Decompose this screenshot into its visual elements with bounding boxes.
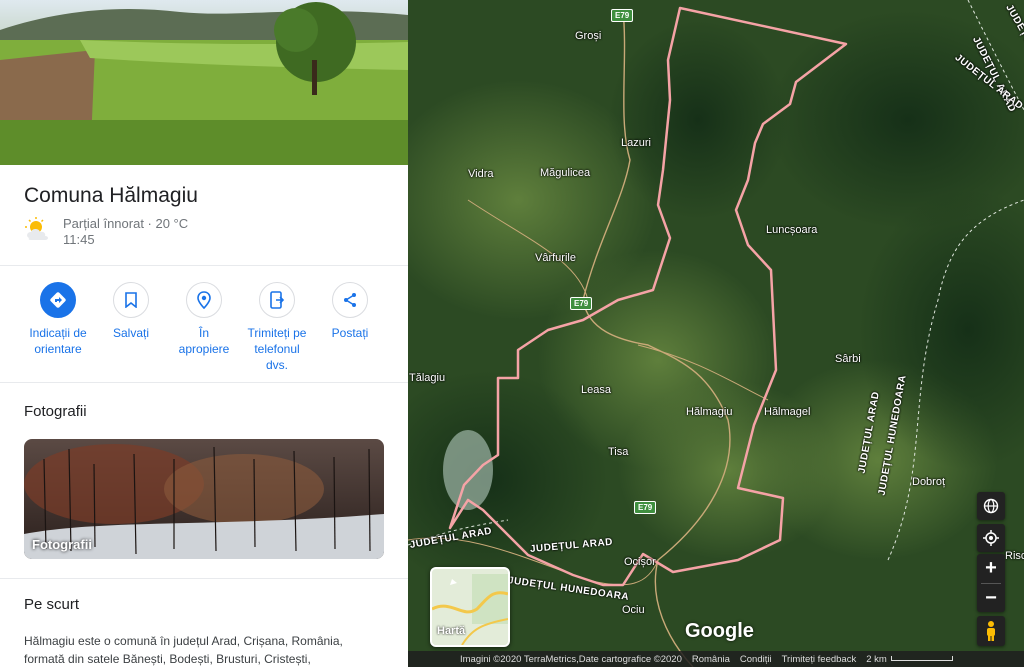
divider bbox=[0, 578, 408, 579]
directions-circle bbox=[40, 282, 76, 318]
place-title: Comuna Hălmagiu bbox=[24, 184, 198, 207]
place-label[interactable]: Sârbi bbox=[835, 353, 861, 365]
map-footer: Imagini ©2020 TerraMetrics,Date cartogra… bbox=[408, 651, 1024, 667]
country-link[interactable]: România bbox=[692, 654, 730, 665]
road-shield-e79: E79 bbox=[611, 9, 634, 22]
save-circle bbox=[113, 282, 149, 318]
zoom-out-button[interactable]: − bbox=[977, 584, 1005, 613]
my-location-button[interactable] bbox=[977, 524, 1005, 552]
pegman-icon bbox=[987, 621, 995, 641]
imagery-attribution: Imagini ©2020 TerraMetrics,Date cartogra… bbox=[460, 653, 682, 665]
share-circle bbox=[332, 282, 368, 318]
nearby-label: În apropiere bbox=[178, 326, 230, 356]
location-target-icon bbox=[983, 530, 999, 546]
terms-link[interactable]: Condiții bbox=[740, 654, 772, 665]
place-label[interactable]: Măgulicea bbox=[540, 167, 590, 179]
save-button[interactable]: Salvați bbox=[99, 282, 163, 341]
road-shield-e79: E79 bbox=[634, 501, 657, 514]
directions-label: Indicații de orientare bbox=[29, 326, 87, 356]
layer-label: Hartă bbox=[437, 625, 466, 637]
feedback-link[interactable]: Trimiteți feedback bbox=[782, 654, 857, 665]
place-panel: Comuna Hălmagiu Parțial înnorat · 20 °C … bbox=[0, 0, 408, 667]
place-label[interactable]: Hălmagiu bbox=[686, 406, 732, 418]
map-view[interactable]: Groși Lazuri Vidra Măgulicea Vârfurile L… bbox=[408, 0, 1024, 667]
place-label[interactable]: Luncșoara bbox=[766, 224, 817, 236]
weather-time: 11:45 bbox=[63, 232, 95, 247]
scale-text: 2 km bbox=[866, 653, 887, 665]
hero-photo[interactable] bbox=[0, 0, 408, 165]
send-to-phone-icon bbox=[270, 291, 285, 309]
divider bbox=[0, 265, 408, 266]
photos-card[interactable]: Fotografii bbox=[24, 439, 384, 559]
nearby-button[interactable]: În apropiere bbox=[172, 282, 236, 357]
send-to-phone-circle bbox=[259, 282, 295, 318]
landscape-photo bbox=[0, 0, 408, 165]
bookmark-icon bbox=[125, 292, 137, 308]
map-layer-toggle[interactable]: Hartă bbox=[430, 567, 510, 647]
place-label[interactable]: Leasa bbox=[581, 384, 611, 396]
divider bbox=[0, 382, 408, 383]
weather-condition: Parțial înnorat · 20 °C bbox=[63, 216, 189, 231]
zoom-controls: + − bbox=[977, 554, 1005, 612]
save-label: Salvați bbox=[112, 326, 150, 340]
place-label[interactable]: Hălmagel bbox=[764, 406, 810, 418]
weather-info: Parțial înnorat · 20 °C 11:45 bbox=[24, 216, 188, 248]
place-label[interactable]: Vârfurile bbox=[535, 252, 576, 264]
partly-cloudy-icon bbox=[25, 217, 48, 240]
place-label[interactable]: Groși bbox=[575, 30, 601, 42]
scale-bar bbox=[890, 656, 953, 662]
photos-section-title: Fotografii bbox=[24, 403, 87, 420]
photos-card-caption: Fotografii bbox=[32, 537, 92, 552]
globe-icon bbox=[983, 498, 999, 514]
directions-button[interactable]: Indicații de orientare bbox=[26, 282, 90, 357]
google-logo: Google bbox=[685, 620, 754, 642]
place-label[interactable]: Vidra bbox=[468, 168, 493, 180]
summary-section-title: Pe scurt bbox=[24, 596, 80, 613]
directions-icon bbox=[50, 292, 66, 308]
nearby-icon bbox=[197, 291, 211, 309]
street-view-button[interactable] bbox=[977, 616, 1005, 646]
scale-label[interactable]: 2 km bbox=[866, 654, 953, 665]
summary-text: Hălmagiu este o comună în județul Arad, … bbox=[24, 634, 343, 666]
share-label: Postați bbox=[331, 326, 369, 340]
share-icon bbox=[344, 293, 356, 307]
nearby-circle bbox=[186, 282, 222, 318]
zoom-in-button[interactable]: + bbox=[977, 554, 1005, 583]
place-label[interactable]: Tisa bbox=[608, 446, 628, 458]
place-label[interactable]: Lazuri bbox=[621, 137, 651, 149]
place-label[interactable]: Ocișor bbox=[624, 556, 656, 568]
globe-view-button[interactable] bbox=[977, 492, 1005, 520]
share-button[interactable]: Postați bbox=[318, 282, 382, 341]
road-shield-e79: E79 bbox=[570, 297, 593, 310]
send-to-phone-button[interactable]: Trimiteți pe telefonul dvs. bbox=[245, 282, 309, 373]
place-label[interactable]: Risc bbox=[1005, 550, 1024, 562]
send-to-phone-label: Trimiteți pe telefonul dvs. bbox=[247, 326, 307, 372]
place-label[interactable]: Dobroț bbox=[912, 476, 945, 488]
place-label[interactable]: Tălagiu bbox=[409, 372, 445, 384]
place-label[interactable]: Ociu bbox=[622, 604, 645, 616]
